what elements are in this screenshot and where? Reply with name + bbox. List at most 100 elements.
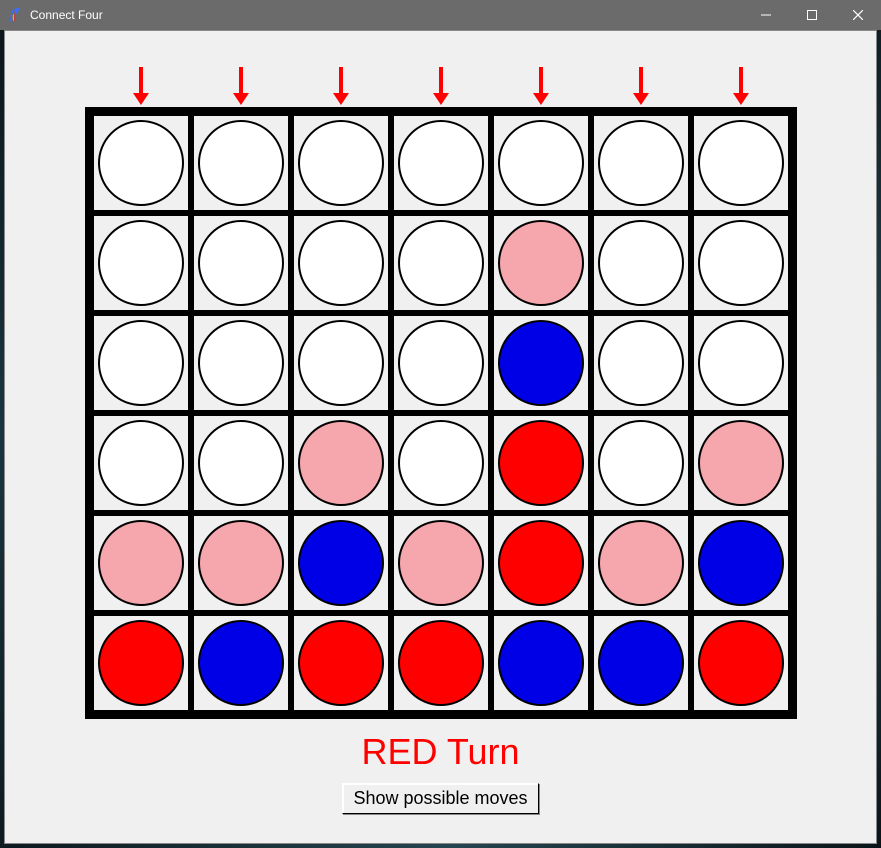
disc-pink <box>498 220 584 306</box>
disc-empty <box>598 420 684 506</box>
board-cell[interactable] <box>191 213 291 313</box>
board-cell[interactable] <box>291 213 391 313</box>
board-cell[interactable] <box>491 613 591 713</box>
disc-blue <box>198 620 284 706</box>
board-cell[interactable] <box>391 413 491 513</box>
disc-empty <box>198 420 284 506</box>
board-cell[interactable] <box>691 113 791 213</box>
board-cell[interactable] <box>591 313 691 413</box>
drop-arrow-col-2[interactable] <box>291 61 391 105</box>
board-cell[interactable] <box>291 313 391 413</box>
disc-empty <box>698 120 784 206</box>
board-cell[interactable] <box>491 313 591 413</box>
disc-empty <box>98 120 184 206</box>
disc-empty <box>298 320 384 406</box>
disc-empty <box>198 120 284 206</box>
board-row <box>91 213 791 313</box>
drop-arrow-col-5[interactable] <box>591 61 691 105</box>
disc-red <box>498 420 584 506</box>
board-cell[interactable] <box>491 213 591 313</box>
disc-empty <box>398 420 484 506</box>
board-cell[interactable] <box>291 413 391 513</box>
app-icon <box>8 7 24 23</box>
board-cell[interactable] <box>691 613 791 713</box>
disc-empty <box>398 320 484 406</box>
drop-arrow-col-1[interactable] <box>191 61 291 105</box>
board-cell[interactable] <box>191 513 291 613</box>
drop-arrow-col-4[interactable] <box>491 61 591 105</box>
board-cell[interactable] <box>691 513 791 613</box>
board-cell[interactable] <box>591 613 691 713</box>
board-row <box>91 113 791 213</box>
disc-pink <box>198 520 284 606</box>
down-arrow-icon <box>231 65 251 105</box>
board-cell[interactable] <box>191 113 291 213</box>
disc-empty <box>398 120 484 206</box>
board-cell[interactable] <box>91 413 191 513</box>
disc-red <box>298 620 384 706</box>
board-cell[interactable] <box>491 513 591 613</box>
down-arrow-icon <box>331 65 351 105</box>
board-cell[interactable] <box>491 113 591 213</box>
board-cell[interactable] <box>591 213 691 313</box>
board-cell[interactable] <box>291 613 391 713</box>
disc-empty <box>498 120 584 206</box>
board-cell[interactable] <box>391 613 491 713</box>
app-window: RED Turn Show possible moves <box>4 30 877 844</box>
board-cell[interactable] <box>391 113 491 213</box>
board-cell[interactable] <box>691 313 791 413</box>
maximize-button[interactable] <box>789 0 835 30</box>
disc-pink <box>398 520 484 606</box>
board-cell[interactable] <box>91 613 191 713</box>
close-icon <box>853 10 863 20</box>
down-arrow-icon <box>431 65 451 105</box>
drop-arrow-col-6[interactable] <box>691 61 791 105</box>
board-cell[interactable] <box>291 113 391 213</box>
board-cell[interactable] <box>691 413 791 513</box>
board-cell[interactable] <box>591 113 691 213</box>
board-cell[interactable] <box>291 513 391 613</box>
board-cell[interactable] <box>391 513 491 613</box>
board-cell[interactable] <box>691 213 791 313</box>
disc-blue <box>598 620 684 706</box>
disc-pink <box>298 420 384 506</box>
disc-red <box>398 620 484 706</box>
board-cell[interactable] <box>91 513 191 613</box>
disc-pink <box>98 520 184 606</box>
drop-arrow-col-0[interactable] <box>91 61 191 105</box>
board-cell[interactable] <box>491 413 591 513</box>
board-cell[interactable] <box>591 413 691 513</box>
titlebar: Connect Four <box>0 0 881 30</box>
disc-empty <box>598 120 684 206</box>
board-row <box>91 613 791 713</box>
board-cell[interactable] <box>391 313 491 413</box>
down-arrow-icon <box>731 65 751 105</box>
board-cell[interactable] <box>91 313 191 413</box>
board-cell[interactable] <box>591 513 691 613</box>
disc-empty <box>598 320 684 406</box>
disc-red <box>698 620 784 706</box>
board-cell[interactable] <box>391 213 491 313</box>
disc-empty <box>98 420 184 506</box>
board-cell[interactable] <box>191 613 291 713</box>
down-arrow-icon <box>131 65 151 105</box>
turn-label: RED Turn <box>361 731 519 773</box>
disc-pink <box>698 420 784 506</box>
board-cell[interactable] <box>91 213 191 313</box>
disc-blue <box>498 320 584 406</box>
board-cell[interactable] <box>191 313 291 413</box>
maximize-icon <box>807 10 817 20</box>
close-button[interactable] <box>835 0 881 30</box>
disc-blue <box>298 520 384 606</box>
down-arrow-icon <box>531 65 551 105</box>
minimize-button[interactable] <box>743 0 789 30</box>
show-possible-moves-button[interactable]: Show possible moves <box>342 783 538 814</box>
disc-blue <box>698 520 784 606</box>
down-arrow-icon <box>631 65 651 105</box>
disc-empty <box>198 320 284 406</box>
drop-arrow-col-3[interactable] <box>391 61 491 105</box>
board-cell[interactable] <box>91 113 191 213</box>
disc-empty <box>98 220 184 306</box>
disc-empty <box>398 220 484 306</box>
board-cell[interactable] <box>191 413 291 513</box>
